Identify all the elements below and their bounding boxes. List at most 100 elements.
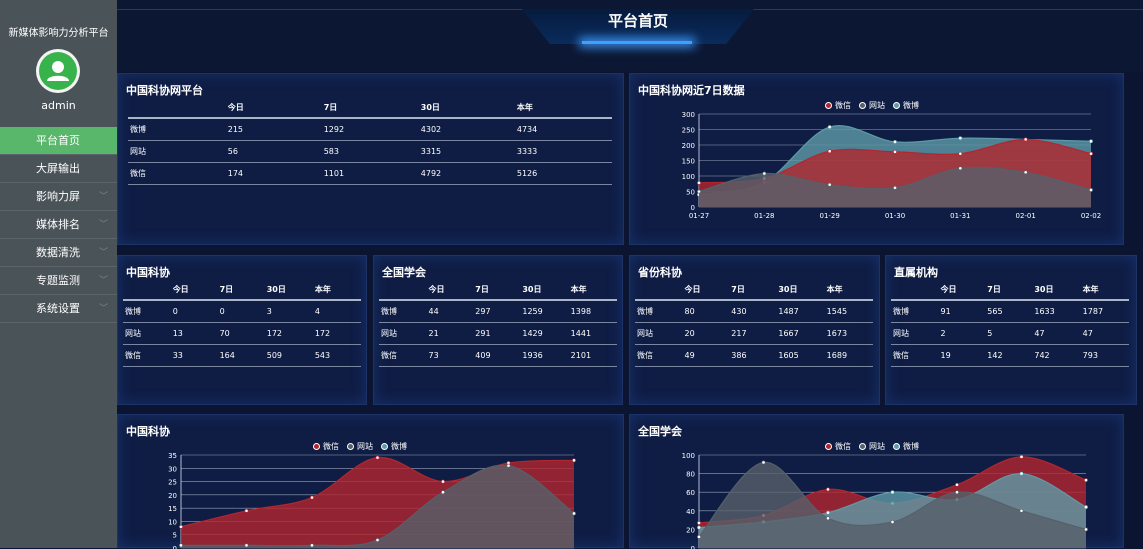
y-tick-label: 25 — [168, 479, 177, 487]
data-point — [826, 516, 830, 521]
sidebar-item-2[interactable]: 影响力屏 ﹀ — [0, 183, 117, 211]
sidebar-item-label: 系统设置 — [36, 302, 80, 315]
society-chart-panel: 全国学会 微信 网站 微博 0 20 40 60 80 100 — [629, 414, 1124, 549]
table-cell: 网站 — [635, 322, 683, 345]
small-data-table-2: 今日 7日 30日 本年 微博 80 430 1487 1545 网站 20 217 1667 1673 微… — [635, 280, 873, 367]
main-table-title: 中国科协网平台 — [126, 84, 203, 97]
sidebar-item-6[interactable]: 系统设置 ﹀ — [0, 295, 117, 323]
y-tick-label: 35 — [168, 452, 177, 460]
table-cell: 4302 — [418, 118, 515, 141]
column-header: 7日 — [321, 98, 419, 119]
table-cell: 3315 — [418, 140, 515, 163]
table-cell: 0 — [217, 300, 265, 323]
small-table-panel-3: 直属机构 今日 7日 30日 本年 微博 91 565 1633 1787 网站 2 5 47 47 微信 1… — [885, 255, 1137, 405]
column-header: 7日 — [729, 280, 777, 301]
data-point — [893, 149, 897, 154]
sidebar-item-label: 媒体排名 — [36, 218, 80, 231]
chevron-down-icon: ﹀ — [98, 220, 108, 230]
avatar[interactable] — [36, 49, 80, 93]
data-point — [506, 463, 511, 468]
small-table-panel-2: 省份科协 今日 7日 30日 本年 微博 80 430 1487 1545 网站 20 217 1667… — [629, 255, 880, 405]
table-cell: 47 — [1080, 322, 1129, 345]
small-data-table-1: 今日 7日 30日 本年 微博 44 297 1259 1398 网站 21 291 1429 1441 微… — [379, 280, 617, 367]
column-header: 本年 — [824, 280, 873, 301]
chevron-down-icon: ﹀ — [98, 304, 108, 314]
column-header — [891, 280, 939, 301]
table-header-row: 今日 7日 30日 本年 — [128, 98, 612, 119]
table-cell: 21 — [426, 322, 474, 345]
table-cell: 430 — [729, 300, 777, 323]
app-title: 新媒体影响力分析平台 — [8, 28, 109, 39]
table-cell: 70 — [217, 322, 265, 345]
data-point — [1089, 139, 1093, 144]
sidebar-item-label: 影响力屏 — [36, 190, 80, 203]
weekly-chart-panel: 中国科协网近7日数据 微信 网站 微博 0 50 100 150 200 250 300 01-2… — [629, 73, 1124, 245]
table-cell: 5 — [985, 322, 1033, 345]
x-tick-label: 01-27 — [689, 212, 709, 220]
sidebar-item-5[interactable]: 专题监测 ﹀ — [0, 267, 117, 295]
table-header-row: 今日 7日 30日 本年 — [123, 280, 361, 301]
data-point — [441, 490, 445, 495]
data-point — [572, 458, 576, 463]
column-header: 本年 — [514, 98, 612, 119]
data-point — [244, 508, 249, 513]
column-header: 今日 — [426, 280, 474, 301]
table-row: 微博 215 1292 4302 4734 — [128, 118, 612, 141]
page-title: 平台首页 — [607, 12, 668, 30]
data-point — [958, 166, 963, 171]
y-tick-label: 0 — [691, 545, 695, 549]
table-cell: 1259 — [520, 300, 569, 323]
sidebar-item-4[interactable]: 数据清洗 ﹀ — [0, 239, 117, 267]
table-cell: 1787 — [1080, 300, 1129, 323]
table-cell: 微信 — [128, 162, 226, 185]
sidebar-item-0[interactable]: 平台首页 — [0, 127, 117, 155]
cast-chart-panel: 中国科协 微信 网站 微博 0 5 10 15 20 25 30 35 — [117, 414, 624, 549]
y-tick-label: 10 — [168, 518, 177, 526]
x-tick-label: 02-02 — [1081, 212, 1101, 220]
column-header: 30日 — [1032, 280, 1081, 301]
y-tick-label: 15 — [168, 505, 177, 513]
data-point — [375, 455, 380, 460]
data-point — [1089, 188, 1093, 192]
data-point — [826, 510, 830, 515]
data-point — [762, 171, 767, 176]
data-point — [244, 543, 249, 548]
chevron-down-icon: ﹀ — [98, 192, 108, 202]
column-header: 30日 — [418, 98, 515, 119]
sidebar-item-1[interactable]: 大屏输出 — [0, 155, 117, 183]
table-cell: 33 — [170, 344, 218, 367]
table-cell: 217 — [729, 322, 777, 345]
sidebar-menu: 平台首页 大屏输出影响力屏 ﹀ 媒体排名 ﹀ 数据清洗 ﹀ 专题监测 ﹀ 系统设置 ﹀ — [0, 127, 117, 323]
data-point — [697, 180, 701, 185]
sidebar-item-3[interactable]: 媒体排名 ﹀ — [0, 211, 117, 239]
column-header: 7日 — [473, 280, 521, 301]
table-cell: 1487 — [776, 300, 825, 323]
username: admin — [41, 99, 76, 112]
table-cell: 793 — [1080, 344, 1129, 367]
y-tick-label: 30 — [168, 465, 177, 473]
data-point — [310, 543, 314, 548]
data-point — [827, 182, 832, 187]
column-header: 本年 — [1080, 280, 1129, 301]
table-cell: 409 — [473, 344, 521, 367]
column-header: 本年 — [568, 280, 617, 301]
table-cell: 网站 — [891, 322, 939, 345]
table-cell: 1441 — [568, 322, 617, 345]
table-cell: 微信 — [379, 344, 427, 367]
table-cell: 80 — [682, 300, 730, 323]
table-cell: 微博 — [379, 300, 427, 323]
chevron-down-icon: ﹀ — [98, 276, 108, 286]
table-cell: 215 — [225, 118, 322, 141]
table-cell: 4792 — [418, 162, 515, 185]
data-point — [697, 189, 701, 194]
table-cell: 网站 — [128, 140, 226, 163]
table-cell: 5126 — [514, 162, 612, 185]
data-point — [572, 511, 576, 516]
x-tick-label: 01-29 — [819, 212, 839, 220]
table-header-row: 今日 7日 30日 本年 — [635, 280, 873, 301]
table-cell: 543 — [312, 344, 361, 367]
table-cell: 509 — [264, 344, 313, 367]
data-point — [1023, 137, 1028, 142]
table-row: 微信 174 1101 4792 5126 — [128, 162, 612, 185]
table-row: 网站 13 70 172 172 — [123, 322, 361, 345]
